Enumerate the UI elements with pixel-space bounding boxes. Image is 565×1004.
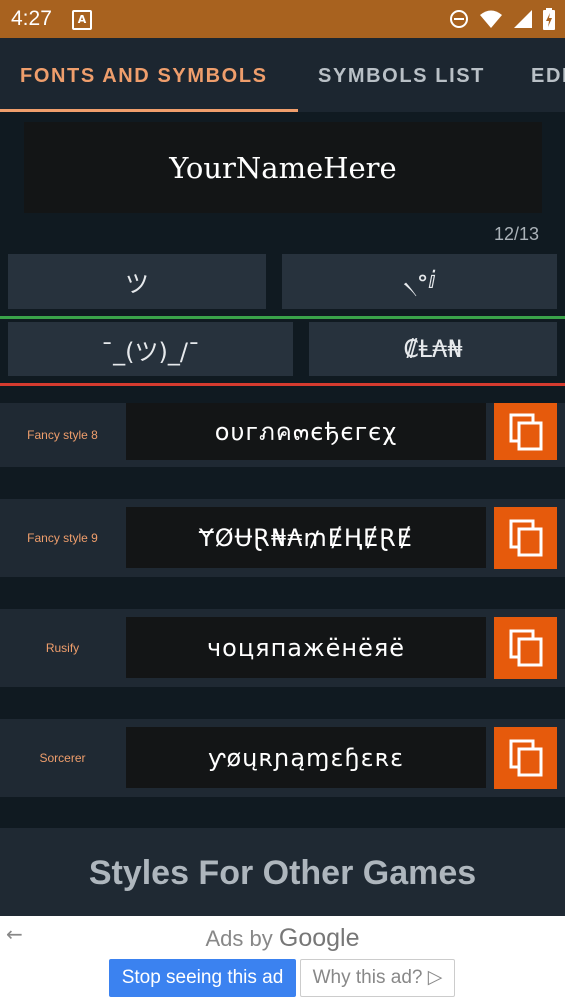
why-this-ad-label: Why this ad? — [312, 967, 423, 988]
symbol-button[interactable]: ¯_(ツ)_/¯ — [8, 322, 293, 376]
tab-bar: FONTS AND SYMBOLS SYMBOLS LIST EDI — [0, 38, 565, 112]
style-preview[interactable]: ɎØɄⱤ₦₳₥ɆⱧɆⱤɆ — [126, 507, 486, 568]
do-not-disturb-icon — [450, 10, 468, 28]
tab-indicator — [0, 109, 298, 112]
section-title: Styles For Other Games — [0, 828, 565, 918]
wifi-icon — [480, 10, 502, 28]
tab-edit[interactable]: EDI — [531, 38, 565, 112]
divider-green — [0, 316, 565, 319]
style-row: Rusify чоцяпажёнёяё — [0, 609, 565, 687]
style-row: Fancy style 8 oυгภค๓єђєгєχ — [0, 403, 565, 467]
copy-icon — [509, 413, 542, 450]
symbol-button[interactable]: ツ — [8, 254, 266, 309]
tab-symbols-list[interactable]: SYMBOLS LIST — [318, 38, 485, 112]
tab-fonts-and-symbols[interactable]: FONTS AND SYMBOLS — [20, 38, 268, 112]
copy-icon — [509, 739, 542, 777]
divider-red — [0, 383, 565, 386]
symbol-button[interactable]: ৲॰ⅈ — [282, 254, 557, 309]
status-bar: 4:27 A — [0, 0, 565, 38]
copy-button[interactable] — [494, 727, 557, 789]
copy-button[interactable] — [494, 617, 557, 679]
symbol-button[interactable]: ₡Ⱡ₳₦ — [309, 322, 557, 376]
ads-by-google: Ads by Google — [0, 924, 565, 953]
ad-choices-icon: ▷ — [427, 967, 443, 988]
style-name: Fancy style 9 — [27, 531, 98, 545]
style-row: Sorcerer ƴøųʀɲąɱɛɧɛʀɛ — [0, 719, 565, 797]
style-row: Fancy style 9 ɎØɄⱤ₦₳₥ɆⱧɆⱤɆ — [0, 499, 565, 577]
style-name: Sorcerer — [39, 751, 86, 765]
page-counter: 12/13 — [493, 224, 539, 244]
copy-icon — [509, 519, 542, 557]
battery-icon — [543, 8, 555, 30]
copy-button[interactable] — [494, 403, 557, 460]
style-preview[interactable]: чоцяпажёнёяё — [126, 617, 486, 678]
name-input[interactable]: YourNameHere — [24, 122, 542, 213]
status-icons — [449, 8, 555, 30]
copy-icon — [509, 629, 542, 667]
style-preview[interactable]: oυгภค๓єђєгєχ — [126, 403, 486, 460]
why-this-ad-button[interactable]: Why this ad? ▷ — [300, 959, 455, 997]
google-logo: Google — [278, 924, 360, 952]
status-time: 4:27 — [11, 7, 52, 30]
stop-seeing-ad-button[interactable]: Stop seeing this ad — [109, 959, 296, 997]
style-name: Fancy style 8 — [27, 428, 98, 442]
style-preview[interactable]: ƴøųʀɲąɱɛɧɛʀɛ — [126, 727, 486, 788]
signal-icon — [514, 10, 532, 28]
style-name: Rusify — [45, 641, 80, 655]
ad-banner: ← Ads by Google Stop seeing this ad Why … — [0, 916, 565, 1004]
ads-by-label: Ads by — [205, 926, 273, 951]
copy-button[interactable] — [494, 507, 557, 569]
notification-icon: A — [72, 10, 92, 30]
